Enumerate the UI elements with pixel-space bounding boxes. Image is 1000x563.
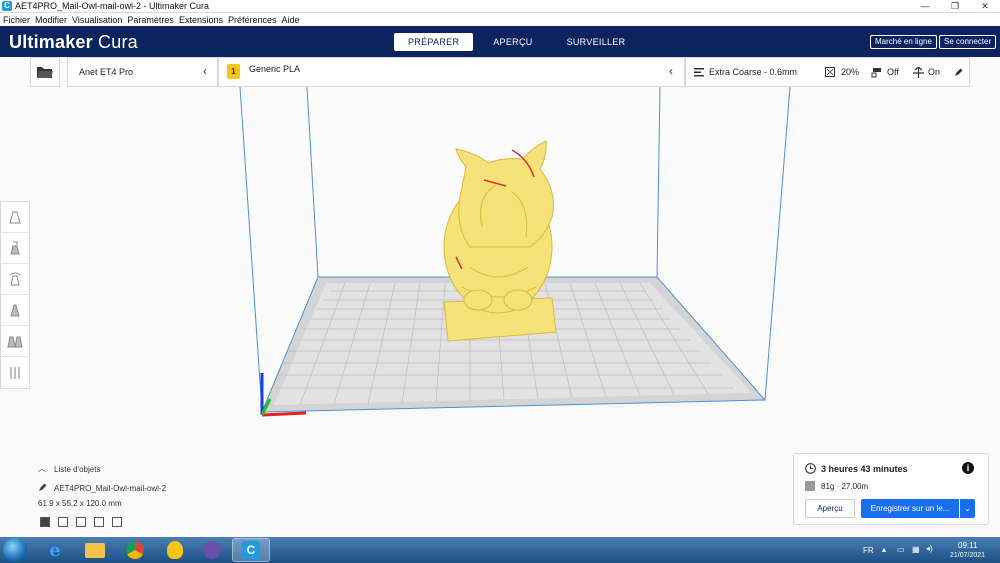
printer-selector[interactable]: Anet ET4 Pro ‹	[67, 57, 218, 87]
rotate-tool[interactable]	[1, 264, 29, 295]
infill-icon	[825, 67, 835, 77]
print-settings-selector[interactable]: Extra Coarse - 0.6mm 20% Off On	[685, 57, 970, 87]
scale-icon	[10, 241, 20, 255]
minimize-button[interactable]: —	[910, 0, 940, 13]
material-name: Generic PLA	[249, 64, 301, 74]
cura-taskbar-icon[interactable]: C	[232, 538, 270, 562]
folder-icon	[37, 67, 53, 78]
profile-icon	[694, 68, 704, 77]
battery-icon[interactable]: ▭	[897, 545, 905, 554]
tab-monitor[interactable]: SURVEILLER	[553, 33, 640, 51]
chevron-up-icon[interactable]: ︿	[38, 463, 46, 474]
cura-app-icon: C	[2, 1, 12, 11]
menu-bar: Fichier Modifier Visualisation Paramètre…	[0, 13, 1000, 26]
menu-settings[interactable]: Paramètres	[127, 15, 174, 25]
extruder-badge-icon: 1	[227, 64, 240, 79]
per-model-settings-tool[interactable]	[1, 326, 29, 357]
save-to-file-button[interactable]: Enregistrer sur un le...	[861, 499, 959, 518]
tab-prepare[interactable]: PRÉPARER	[394, 33, 474, 51]
brand-sub: Cura	[98, 32, 138, 52]
feed-app-icon[interactable]	[193, 538, 231, 562]
info-icon[interactable]: i	[962, 462, 974, 474]
security-app-icon[interactable]	[156, 538, 194, 562]
window-title-bar: C AET4PRO_Mail-Owl-mail-owl-2 - Ultimake…	[0, 0, 1000, 13]
menu-preferences[interactable]: Préférences	[228, 15, 277, 25]
left-view-icon[interactable]	[94, 517, 104, 527]
3d-view-icon[interactable]	[40, 517, 50, 527]
view-orientation-buttons	[40, 517, 130, 527]
mirror-tool[interactable]	[1, 295, 29, 326]
clock-time[interactable]: 09:11	[958, 541, 977, 550]
brand-logo: Ultimaker Cura	[9, 32, 138, 53]
support-icon	[871, 68, 881, 78]
chevron-left-icon: ‹	[669, 64, 673, 78]
signin-button[interactable]: Se connecter	[939, 35, 997, 49]
front-view-icon[interactable]	[58, 517, 68, 527]
tab-preview[interactable]: APERÇU	[479, 33, 546, 51]
x-axis	[261, 411, 307, 417]
rotate-icon	[9, 272, 21, 286]
mirror-icon	[10, 304, 20, 317]
volume-icon[interactable]: ◂)	[926, 544, 933, 553]
network-icon[interactable]: ▦	[912, 545, 920, 554]
window-title: AET4PRO_Mail-Owl-mail-owl-2 - Ultimaker …	[15, 1, 210, 11]
support-blocker-tool[interactable]	[1, 357, 29, 388]
adhesion-value: On	[928, 67, 941, 77]
stage-tabs: PRÉPARER APERÇU SURVEILLER	[394, 33, 645, 51]
menu-edit[interactable]: Modifier	[35, 15, 67, 25]
object-name[interactable]: AET4PRO_Mail-Owl-mail-owl-2	[54, 484, 166, 493]
internet-explorer-icon[interactable]: e	[36, 538, 74, 562]
material-usage: 81g · 27.00m	[821, 482, 869, 491]
per-model-settings-icon	[7, 336, 23, 348]
move-icon	[9, 211, 21, 224]
close-button[interactable]: ✕	[970, 0, 1000, 13]
chevron-down-icon[interactable]: ⌄	[960, 499, 975, 518]
menu-file[interactable]: Fichier	[3, 15, 30, 25]
move-tool[interactable]	[1, 202, 29, 233]
support-blocker-icon	[10, 366, 20, 379]
open-file-button[interactable]	[30, 57, 60, 87]
infill-value: 20%	[841, 67, 860, 77]
menu-view[interactable]: Visualisation	[72, 15, 122, 25]
menu-extensions[interactable]: Extensions	[179, 15, 223, 25]
support-value: Off	[887, 67, 899, 77]
preview-button[interactable]: Aperçu	[805, 499, 855, 518]
language-indicator[interactable]: FR	[863, 546, 874, 555]
clock-date[interactable]: 21/07/2021	[950, 552, 985, 559]
window-controls: — ❐ ✕	[910, 0, 1000, 13]
print-job-panel: 3 heures 43 minutes i 81g · 27.00m Aperç…	[793, 453, 989, 525]
print-time: 3 heures 43 minutes	[821, 464, 908, 474]
right-view-icon[interactable]	[112, 517, 122, 527]
start-button[interactable]	[3, 538, 27, 562]
adhesion-icon	[913, 67, 924, 78]
pencil-icon[interactable]	[954, 68, 963, 77]
tool-sidebar	[0, 201, 30, 389]
windows-taskbar: e C FR ▴ ▭ ▦ ◂) 09:11 21/07/2021	[0, 537, 1000, 563]
file-explorer-icon[interactable]	[76, 538, 114, 562]
chevron-left-icon: ‹	[203, 64, 207, 78]
top-view-icon[interactable]	[76, 517, 86, 527]
object-list-toggle[interactable]: Liste d'objets	[54, 465, 100, 474]
clock-icon	[805, 463, 816, 474]
menu-help[interactable]: Aide	[282, 15, 300, 25]
main-toolbar: Anet ET4 Pro ‹ 1 Generic PLA ‹ Extra Coa…	[0, 57, 1000, 87]
tray-expand-icon[interactable]: ▴	[882, 545, 886, 554]
maximize-button[interactable]: ❐	[940, 0, 970, 13]
material-selector[interactable]: 1 Generic PLA ‹	[218, 57, 685, 87]
owl-model	[443, 140, 557, 342]
printer-name: Anet ET4 Pro	[79, 67, 134, 77]
object-dimensions: 61.9 x 55.2 x 120.0 mm	[38, 499, 122, 508]
chrome-icon[interactable]	[116, 538, 154, 562]
pencil-icon	[39, 483, 47, 491]
scale-tool[interactable]	[1, 233, 29, 264]
marketplace-button[interactable]: Marché en ligne	[870, 35, 937, 49]
filament-icon	[805, 481, 815, 491]
profile-name: Extra Coarse - 0.6mm	[709, 67, 798, 77]
app-header: Ultimaker Cura PRÉPARER APERÇU SURVEILLE…	[0, 26, 1000, 57]
brand-main: Ultimaker	[9, 32, 93, 52]
